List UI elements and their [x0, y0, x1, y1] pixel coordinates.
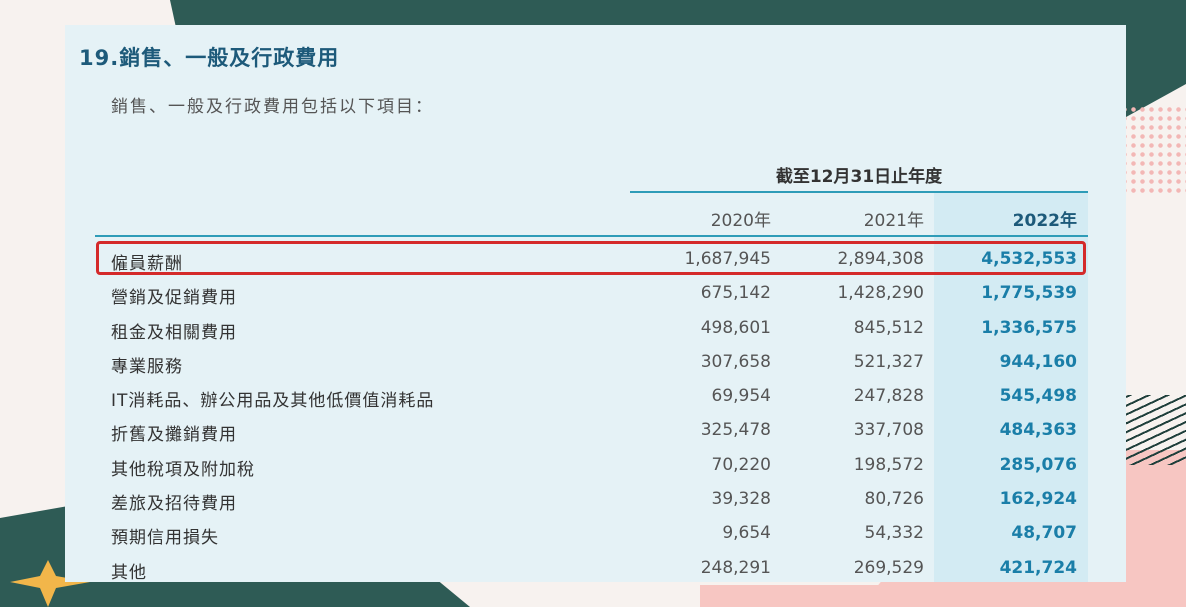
- background-pink-strip: [700, 585, 1186, 607]
- table-row: 租金及相關費用 498,601 845,512 1,336,575: [65, 312, 1126, 346]
- value-2022: 421,724: [999, 557, 1077, 578]
- period-rule: [630, 191, 1088, 193]
- value-2022: 484,363: [999, 420, 1077, 441]
- table-row: 專業服務 307,658 521,327 944,160: [65, 346, 1126, 380]
- value-2020: 675,142: [700, 283, 771, 304]
- background-dot-pattern: [1120, 105, 1186, 195]
- column-header-2022: 2022年: [1012, 211, 1077, 231]
- value-2020: 69,954: [711, 386, 771, 407]
- value-2022: 48,707: [1011, 523, 1077, 544]
- value-2021: 521,327: [853, 351, 924, 372]
- value-2021: 845,512: [853, 317, 924, 338]
- table-row: 營銷及促銷費用 675,142 1,428,290 1,775,539: [65, 277, 1126, 311]
- value-2020: 248,291: [700, 557, 771, 578]
- row-label: 差旅及招待費用: [111, 494, 237, 515]
- row-label: 折舊及攤銷費用: [111, 425, 237, 446]
- row-label: 租金及相關費用: [111, 322, 237, 343]
- row-label: 專業服務: [111, 356, 183, 377]
- value-2020: 9,654: [722, 523, 771, 544]
- column-header-2021: 2021年: [863, 211, 924, 231]
- value-2021: 1,428,290: [837, 283, 924, 304]
- header-rule: [95, 235, 1088, 237]
- value-2021: 337,708: [853, 420, 924, 441]
- table-row: 折舊及攤銷費用 325,478 337,708 484,363: [65, 414, 1126, 448]
- expense-table: 僱員薪酬 1,687,945 2,894,308 4,532,553 營銷及促銷…: [65, 243, 1126, 582]
- column-header-2020: 2020年: [710, 211, 771, 231]
- value-2020: 70,220: [711, 454, 771, 475]
- period-header: 截至12月31日止年度: [775, 167, 943, 187]
- value-2022: 1,775,539: [981, 283, 1077, 304]
- row-label: 其他: [111, 562, 147, 582]
- table-row: 其他稅項及附加稅 70,220 198,572 285,076: [65, 449, 1126, 483]
- value-2021: 80,726: [864, 489, 924, 510]
- note-title: 19.銷售、一般及行政費用: [79, 46, 340, 70]
- row-label: 預期信用損失: [111, 528, 219, 549]
- row-label: 營銷及促銷費用: [111, 288, 237, 309]
- value-2022: 545,498: [999, 386, 1077, 407]
- table-row: 預期信用損失 9,654 54,332 48,707: [65, 517, 1126, 551]
- value-2020: 498,601: [700, 317, 771, 338]
- table-row: 其他 248,291 269,529 421,724: [65, 552, 1126, 582]
- value-2021: 198,572: [853, 454, 924, 475]
- row-label: IT消耗品、辦公用品及其他低價值消耗品: [111, 391, 435, 412]
- value-2020: 39,328: [711, 489, 771, 510]
- value-2020: 325,478: [700, 420, 771, 441]
- value-2021: 54,332: [864, 523, 924, 544]
- value-2021: 247,828: [853, 386, 924, 407]
- note-intro: 銷售、一般及行政費用包括以下項目：: [111, 97, 434, 117]
- value-2021: 269,529: [853, 557, 924, 578]
- highlight-box: [96, 241, 1086, 275]
- value-2022: 162,924: [999, 489, 1077, 510]
- table-row: IT消耗品、辦公用品及其他低價值消耗品 69,954 247,828 545,4…: [65, 380, 1126, 414]
- value-2022: 1,336,575: [981, 317, 1077, 338]
- row-label: 其他稅項及附加稅: [111, 459, 255, 480]
- table-row: 差旅及招待費用 39,328 80,726 162,924: [65, 483, 1126, 517]
- value-2022: 285,076: [999, 454, 1077, 475]
- value-2022: 944,160: [999, 351, 1077, 372]
- financial-note-document: 19.銷售、一般及行政費用 銷售、一般及行政費用包括以下項目： 截至12月31日…: [65, 25, 1126, 582]
- background-stripe-pattern: [1120, 395, 1186, 465]
- value-2020: 307,658: [700, 351, 771, 372]
